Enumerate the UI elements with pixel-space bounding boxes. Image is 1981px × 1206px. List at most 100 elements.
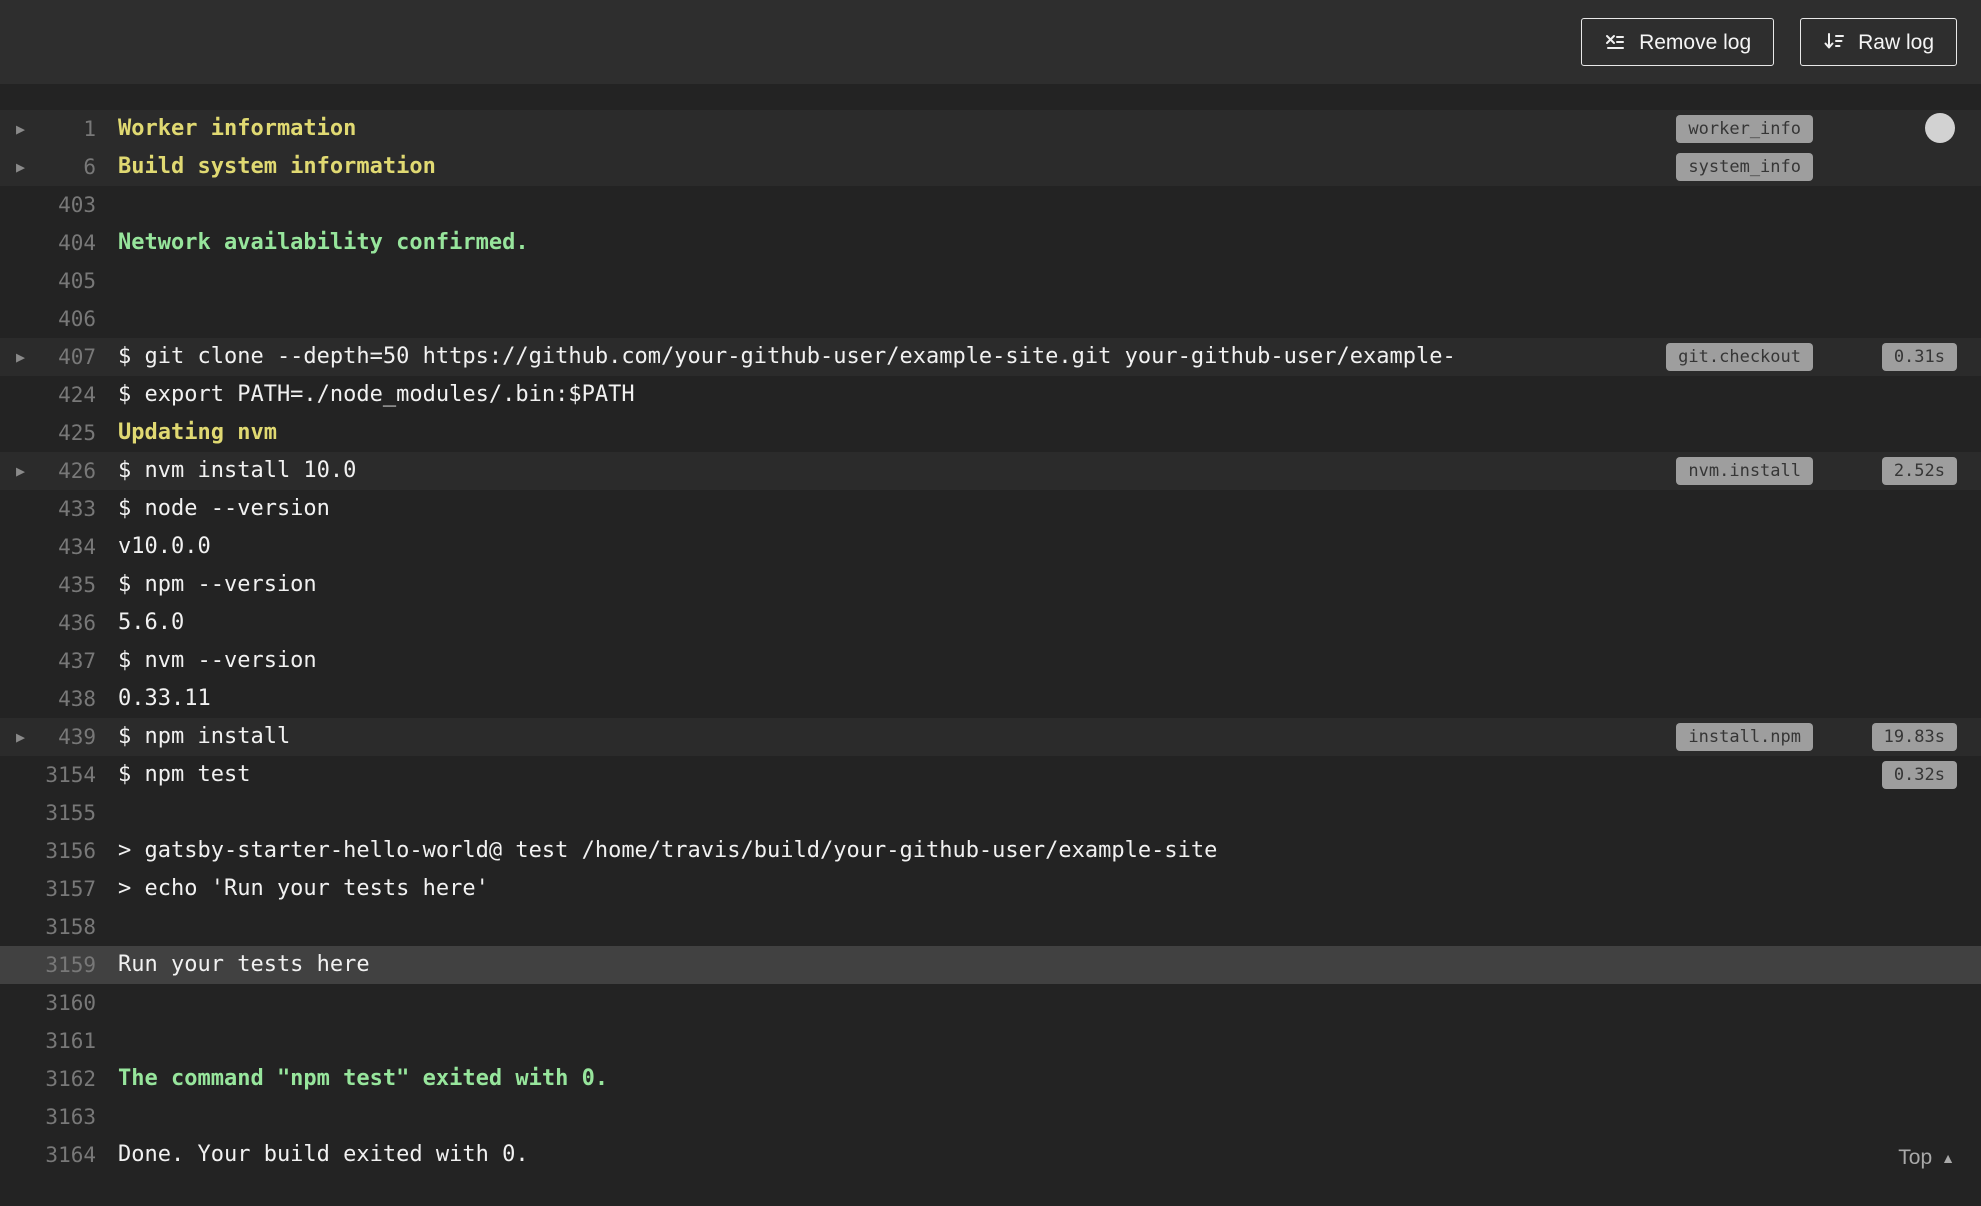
- log-line: 3160: [0, 984, 1981, 1022]
- duration-badge: 2.52s: [1881, 456, 1957, 486]
- log-text: Updating nvm: [118, 420, 277, 445]
- remove-log-icon: [1604, 31, 1626, 53]
- log-text: $ export PATH=./node_modules/.bin:$PATH: [118, 382, 635, 407]
- line-number[interactable]: 406: [0, 300, 96, 338]
- log-lines: ▶ 1 Worker information worker_info ▶ 6 B…: [0, 110, 1981, 1174]
- line-number[interactable]: 3159: [0, 946, 96, 984]
- log-text: $ node --version: [118, 496, 330, 521]
- log-line: ▶ 1 Worker information worker_info: [0, 110, 1981, 148]
- duration-badge: 0.31s: [1881, 342, 1957, 372]
- line-number[interactable]: 435: [0, 566, 96, 604]
- line-number[interactable]: 3157: [0, 870, 96, 908]
- line-number[interactable]: 403: [0, 186, 96, 224]
- fold-name-badge: worker_info: [1676, 114, 1813, 144]
- log-text: > gatsby-starter-hello-world@ test /home…: [118, 838, 1218, 863]
- log-text: Done. Your build exited with 0.: [118, 1142, 529, 1167]
- log-text: $ nvm install 10.0: [118, 458, 357, 483]
- log-line: 3156 > gatsby-starter-hello-world@ test …: [0, 832, 1981, 870]
- log-line: 438 0.33.11: [0, 680, 1981, 718]
- line-number[interactable]: 433: [0, 490, 96, 528]
- log-line: ▶ 407 $ git clone --depth=50 https://git…: [0, 338, 1981, 376]
- log-line: 3157 > echo 'Run your tests here': [0, 870, 1981, 908]
- duration-badge: 19.83s: [1871, 722, 1957, 752]
- line-number[interactable]: 407: [0, 338, 96, 376]
- log-text: 0.33.11: [118, 686, 211, 711]
- line-number[interactable]: 3161: [0, 1022, 96, 1060]
- log-text: v10.0.0: [118, 534, 211, 559]
- fold-arrow-icon[interactable]: ▶: [16, 452, 25, 490]
- line-number[interactable]: 404: [0, 224, 96, 262]
- log-line: 406: [0, 300, 1981, 338]
- build-log: ▶ 1 Worker information worker_info ▶ 6 B…: [0, 84, 1981, 1174]
- log-line: 3158: [0, 908, 1981, 946]
- log-text: Build system information: [118, 154, 436, 179]
- fold-arrow-icon[interactable]: ▶: [16, 148, 25, 186]
- log-text: $ nvm --version: [118, 648, 317, 673]
- line-number[interactable]: 3160: [0, 984, 96, 1022]
- log-text: The command "npm test" exited with 0.: [118, 1066, 609, 1091]
- line-number[interactable]: 405: [0, 262, 96, 300]
- log-text: $ npm test: [118, 762, 251, 787]
- log-text: $ npm install: [118, 724, 291, 749]
- log-text: Network availability confirmed.: [118, 230, 529, 255]
- log-line: ▶ 439 $ npm install install.npm 19.83s: [0, 718, 1981, 756]
- toolbar: Remove log Raw log: [0, 0, 1981, 84]
- line-number[interactable]: 3163: [0, 1098, 96, 1136]
- line-number[interactable]: 3162: [0, 1060, 96, 1098]
- log-line: 435 $ npm --version: [0, 566, 1981, 604]
- fold-name-badge: install.npm: [1676, 722, 1813, 752]
- line-number[interactable]: 439: [0, 718, 96, 756]
- log-line: 425 Updating nvm: [0, 414, 1981, 452]
- log-text: 5.6.0: [118, 610, 185, 635]
- log-line: ▶ 426 $ nvm install 10.0 nvm.install 2.5…: [0, 452, 1981, 490]
- line-number[interactable]: 437: [0, 642, 96, 680]
- line-number[interactable]: 3155: [0, 794, 96, 832]
- line-number[interactable]: 3164: [0, 1136, 96, 1174]
- log-line: 424 $ export PATH=./node_modules/.bin:$P…: [0, 376, 1981, 414]
- remove-log-button[interactable]: Remove log: [1581, 18, 1775, 66]
- line-number[interactable]: 434: [0, 528, 96, 566]
- duration-badge: 0.32s: [1881, 760, 1957, 790]
- log-line: 436 5.6.0: [0, 604, 1981, 642]
- scroll-indicator[interactable]: [1925, 113, 1955, 143]
- caret-up-icon: ▲: [1941, 1150, 1955, 1166]
- log-line: 3159 Run your tests here: [0, 946, 1981, 984]
- line-number[interactable]: 3154: [0, 756, 96, 794]
- line-number[interactable]: 3156: [0, 832, 96, 870]
- log-text: $ npm --version: [118, 572, 317, 597]
- log-text: > echo 'Run your tests here': [118, 876, 489, 901]
- log-line: 434 v10.0.0: [0, 528, 1981, 566]
- fold-arrow-icon[interactable]: ▶: [16, 718, 25, 756]
- line-number[interactable]: 1: [0, 110, 96, 148]
- log-line: 3161: [0, 1022, 1981, 1060]
- log-text: $ git clone --depth=50 https://github.co…: [118, 344, 1456, 369]
- log-text: Run your tests here: [118, 952, 370, 977]
- line-number[interactable]: 425: [0, 414, 96, 452]
- line-number[interactable]: 424: [0, 376, 96, 414]
- log-line: ▶ 6 Build system information system_info: [0, 148, 1981, 186]
- line-number[interactable]: 3158: [0, 908, 96, 946]
- line-number[interactable]: 426: [0, 452, 96, 490]
- fold-name-badge: git.checkout: [1666, 342, 1813, 372]
- log-line: 3164 Done. Your build exited with 0.: [0, 1136, 1981, 1174]
- log-line: 3154 $ npm test 0.32s: [0, 756, 1981, 794]
- log-line: 403: [0, 186, 1981, 224]
- line-number[interactable]: 436: [0, 604, 96, 642]
- scroll-to-top-link[interactable]: Top ▲: [1898, 1146, 1955, 1170]
- log-line: 433 $ node --version: [0, 490, 1981, 528]
- line-number[interactable]: 438: [0, 680, 96, 718]
- line-number[interactable]: 6: [0, 148, 96, 186]
- fold-name-badge: system_info: [1676, 152, 1813, 182]
- log-line: 405: [0, 262, 1981, 300]
- raw-log-label: Raw log: [1858, 30, 1934, 54]
- log-line: 3155: [0, 794, 1981, 832]
- log-text: Worker information: [118, 116, 357, 141]
- remove-log-label: Remove log: [1639, 30, 1752, 54]
- fold-arrow-icon[interactable]: ▶: [16, 338, 25, 376]
- fold-name-badge: nvm.install: [1676, 456, 1813, 486]
- log-line: 3162 The command "npm test" exited with …: [0, 1060, 1981, 1098]
- log-line: 404 Network availability confirmed.: [0, 224, 1981, 262]
- fold-arrow-icon[interactable]: ▶: [16, 110, 25, 148]
- raw-log-button[interactable]: Raw log: [1800, 18, 1957, 66]
- log-line: 437 $ nvm --version: [0, 642, 1981, 680]
